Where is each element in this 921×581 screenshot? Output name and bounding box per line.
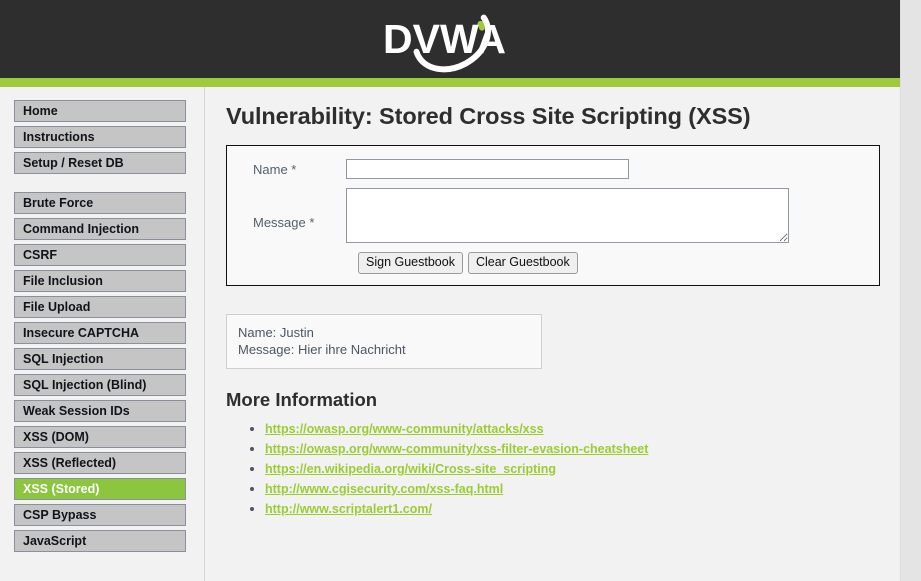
sidebar-item-csp-bypass[interactable]: CSP Bypass — [14, 504, 186, 526]
sidebar-item-file-upload[interactable]: File Upload — [14, 296, 186, 318]
sidebar-item-command-injection[interactable]: Command Injection — [14, 218, 186, 240]
clear-guestbook-button[interactable]: Clear Guestbook — [467, 252, 578, 274]
logo-wordmark: DVWA — [383, 16, 506, 62]
sidebar-item-file-inclusion[interactable]: File Inclusion — [14, 270, 186, 292]
list-item: https://en.wikipedia.org/wiki/Cross-site… — [265, 460, 880, 478]
form-buttons: Sign Guestbook Clear Guestbook — [358, 252, 865, 274]
sidebar-item-xss-dom[interactable]: XSS (DOM) — [14, 426, 186, 448]
page-title: Vulnerability: Stored Cross Site Scripti… — [226, 103, 751, 129]
dvwa-logo: DVWA — [370, 4, 530, 74]
sidebar-item-weak-session-ids[interactable]: Weak Session IDs — [14, 400, 186, 422]
site-header: DVWA — [0, 0, 900, 78]
sidebar-item-sql-injection[interactable]: SQL Injection — [14, 348, 186, 370]
message-label: Message * — [253, 215, 315, 230]
guestbook-entry: Name: Justin Message: Hier ihre Nachrich… — [238, 324, 530, 358]
sidebar-item-instructions[interactable]: Instructions — [14, 126, 186, 148]
browser-viewport: DVWA Home Instructions Setup / Reset DB … — [0, 0, 900, 581]
sidebar-item-home[interactable]: Home — [14, 100, 186, 122]
dvwa-page: DVWA Home Instructions Setup / Reset DB … — [0, 0, 921, 581]
header-accent-bar — [0, 78, 900, 87]
guestbook-entry-message: Message: Hier ihre Nachricht — [238, 342, 406, 357]
list-item: https://owasp.org/www-community/attacks/… — [265, 420, 880, 438]
sidebar-item-xss-stored[interactable]: XSS (Stored) — [14, 478, 186, 500]
list-item: http://www.cgisecurity.com/xss-faq.html — [265, 480, 880, 498]
more-information-heading: More Information — [226, 389, 378, 410]
content-area: Home Instructions Setup / Reset DB Brute… — [0, 87, 900, 581]
info-link-cgisecurity-faq[interactable]: http://www.cgisecurity.com/xss-faq.html — [265, 482, 503, 496]
sidebar-group-general: Home Instructions Setup / Reset DB — [14, 100, 204, 174]
list-item: https://owasp.org/www-community/xss-filt… — [265, 440, 880, 458]
sidebar-item-xss-reflected[interactable]: XSS (Reflected) — [14, 452, 186, 474]
guestbook-entry-name: Name: Justin — [238, 325, 314, 340]
sign-guestbook-button[interactable]: Sign Guestbook — [358, 252, 463, 274]
name-row: Name * — [241, 159, 865, 179]
main-content: Vulnerability: Stored Cross Site Scripti… — [205, 87, 900, 581]
info-link-owasp-attacks-xss[interactable]: https://owasp.org/www-community/attacks/… — [265, 422, 544, 436]
message-input[interactable] — [346, 188, 789, 243]
sidebar-item-insecure-captcha[interactable]: Insecure CAPTCHA — [14, 322, 186, 344]
guestbook-form: Name * Message * Sign Guestbook Clear Gu… — [226, 145, 880, 286]
message-row: Message * — [241, 188, 865, 243]
more-information-links: https://owasp.org/www-community/attacks/… — [226, 420, 880, 518]
sidebar-nav: Home Instructions Setup / Reset DB Brute… — [0, 87, 205, 581]
name-input[interactable] — [346, 159, 629, 179]
info-link-scriptalert1[interactable]: http://www.scriptalert1.com/ — [265, 502, 432, 516]
vertical-scrollbar[interactable] — [900, 0, 921, 581]
sidebar-item-csrf[interactable]: CSRF — [14, 244, 186, 266]
sidebar-group-vulnerabilities: Brute Force Command Injection CSRF File … — [14, 192, 204, 552]
sidebar-item-brute-force[interactable]: Brute Force — [14, 192, 186, 214]
name-label: Name * — [253, 162, 297, 177]
guestbook-entries: Name: Justin Message: Hier ihre Nachrich… — [226, 314, 542, 369]
list-item: http://www.scriptalert1.com/ — [265, 500, 880, 518]
sidebar-item-setup-reset-db[interactable]: Setup / Reset DB — [14, 152, 186, 174]
info-link-wikipedia-xss[interactable]: https://en.wikipedia.org/wiki/Cross-site… — [265, 462, 556, 476]
info-link-owasp-filter-evasion[interactable]: https://owasp.org/www-community/xss-filt… — [265, 442, 648, 456]
sidebar-item-javascript[interactable]: JavaScript — [14, 530, 186, 552]
sidebar-item-sql-injection-blind[interactable]: SQL Injection (Blind) — [14, 374, 186, 396]
